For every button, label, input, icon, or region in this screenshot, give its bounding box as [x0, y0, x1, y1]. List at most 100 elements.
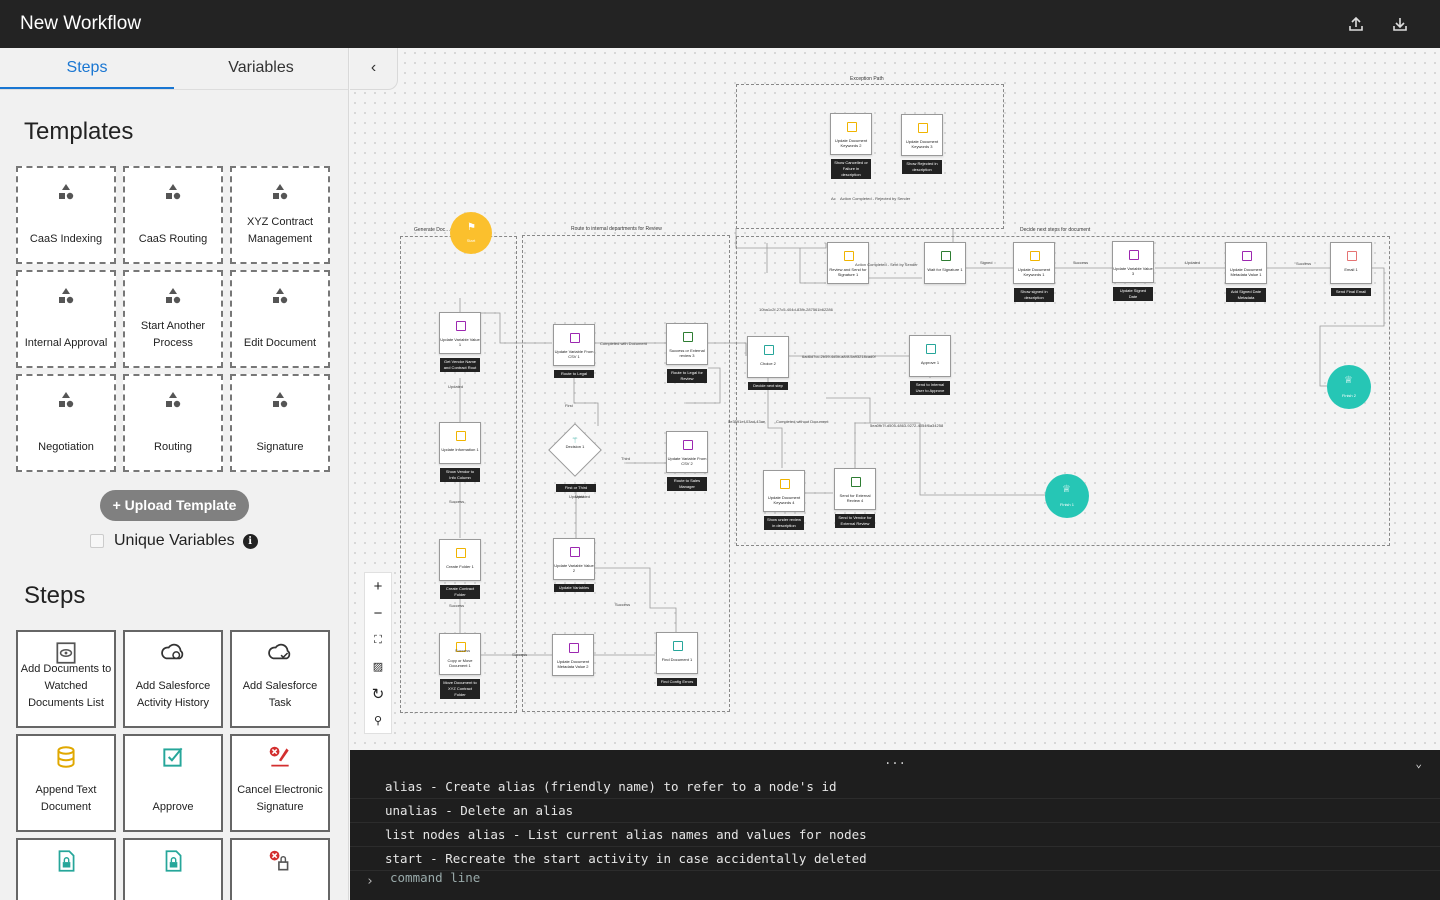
templates-grid: CaaS Indexing CaaS Routing XYZ Contract Ma…	[16, 166, 330, 472]
edge-label: Success	[455, 648, 471, 653]
start-node[interactable]: ⚑ Start	[450, 212, 492, 254]
node-icon	[926, 344, 936, 354]
step-tile[interactable]: Check In	[16, 838, 116, 900]
cloud-task-icon	[267, 640, 293, 672]
node-title: Update Document Keywords 4	[767, 495, 801, 505]
fit-view-icon[interactable]: ⛶	[365, 627, 391, 654]
step-label: Approve	[152, 801, 194, 813]
workflow-node[interactable]: Create Folder 1	[439, 539, 481, 581]
template-tile[interactable]: Start Another Process	[123, 270, 223, 368]
steps-grid: Add Documents to Watched Documents List A…	[16, 630, 330, 900]
step-tile[interactable]: Cancel Electronic Signature	[230, 734, 330, 832]
node-title: Update Variable From CSV 1	[554, 349, 594, 359]
workflow-node[interactable]: Email 1	[1330, 242, 1372, 284]
location-pin-icon[interactable]: ⚲	[365, 708, 391, 735]
step-tile[interactable]: Approve	[123, 734, 223, 832]
step-label: Add Salesforce Task	[242, 680, 318, 709]
node-title: Success or External review 3	[669, 348, 705, 358]
workflow-node[interactable]: Update Document Metadata Value 1	[1225, 242, 1267, 284]
lock-doc-icon	[160, 848, 186, 880]
template-label: CaaS Indexing	[29, 233, 103, 245]
edge-label: Ac	[831, 196, 836, 201]
template-tile[interactable]: XYZ Contract Management	[230, 166, 330, 264]
shapes-icon	[56, 390, 76, 416]
step-tile[interactable]: Append Text Document	[16, 734, 116, 832]
download-icon[interactable]	[1390, 14, 1410, 34]
template-label: Internal Approval	[24, 337, 108, 349]
finish-node-1[interactable]: ♕ Finish 1	[1045, 474, 1089, 518]
edge-label: 5ea0fb7f-d505-4863-9272-4054f6a34258	[870, 423, 944, 428]
upload-template-button[interactable]: + Upload Template	[100, 490, 249, 521]
workflow-node[interactable]: Update Variable From CSV 1	[553, 324, 595, 366]
tab-variables[interactable]: Variables	[174, 48, 348, 89]
template-tile[interactable]: CaaS Indexing	[16, 166, 116, 264]
workflow-canvas[interactable]: ‹ Exception Path Generate Doc…der Route …	[350, 48, 1440, 750]
edge-label: 6ad6d7cc-2b59-4d5b-a84f-5a93218cad0f	[802, 354, 876, 359]
workflow-node[interactable]: Update Document Keywords 4	[763, 470, 805, 512]
command-line-input[interactable]	[390, 870, 790, 885]
template-tile[interactable]: Negotiation	[16, 374, 116, 472]
tab-steps[interactable]: Steps	[0, 48, 174, 89]
node-description: Move Document to XYZ Contract Folder	[440, 679, 480, 699]
step-tile[interactable]: Add Salesforce Task	[230, 630, 330, 728]
workflow-node[interactable]: Find Document 1	[656, 632, 698, 674]
workflow-node[interactable]: Update Variable Value 1	[439, 312, 481, 354]
step-label: Add Salesforce Activity History	[135, 680, 211, 709]
node-title: Email 1	[1344, 267, 1358, 272]
template-tile[interactable]: Routing	[123, 374, 223, 472]
workflow-node[interactable]: Send for External Review 4	[834, 468, 876, 510]
workflow-node[interactable]: Wait for Signature 1	[924, 242, 966, 284]
node-title: Update Variable Value 2	[554, 563, 594, 573]
template-tile[interactable]: Edit Document	[230, 270, 330, 368]
zoom-in-icon[interactable]: +	[365, 573, 391, 600]
node-description: Show Cancelled or Failure in description	[831, 159, 871, 179]
step-tile[interactable]: Add Documents to Watched Documents List	[16, 630, 116, 728]
workflow-node[interactable]: Update Document Keywords 2	[830, 113, 872, 155]
workflow-node[interactable]: Update Document Metadata Value 2	[552, 634, 594, 676]
upload-icon[interactable]	[1346, 14, 1366, 34]
chevron-down-icon[interactable]: ⌄	[1415, 754, 1422, 774]
node-title: Update Document Keywords 3	[905, 139, 939, 149]
node-icon	[683, 440, 693, 450]
steps-title: Steps	[24, 582, 86, 609]
edge-label: Success	[449, 603, 465, 608]
group-label: Exception Path	[850, 76, 884, 82]
info-icon[interactable]: i	[242, 533, 258, 549]
template-tile[interactable]: Internal Approval	[16, 270, 116, 368]
lock-doc-icon	[53, 848, 79, 880]
workflow-node[interactable]: Choice 2	[747, 336, 789, 378]
unique-variables-checkbox[interactable]	[90, 534, 104, 548]
workflow-node[interactable]: Copy or Move Document 1	[439, 633, 481, 675]
group-exception-path[interactable]	[736, 84, 1004, 229]
step-tile[interactable]: Check Out	[230, 838, 330, 900]
edge-label: Signed	[980, 260, 993, 265]
eye-doc-icon	[53, 640, 79, 672]
template-label: Negotiation	[38, 441, 94, 453]
workflow-node[interactable]: Update Variable Value 3	[1112, 241, 1154, 283]
check-square-icon	[160, 744, 186, 776]
step-tile[interactable]: Add Salesforce Activity History	[123, 630, 223, 728]
template-label: Edit Document	[243, 337, 317, 349]
workflow-node[interactable]: Update Document Keywords 3	[901, 114, 943, 156]
step-tile[interactable]: Check Out	[123, 838, 223, 900]
trophy-icon: ♕	[1344, 375, 1353, 386]
workflow-node[interactable]: Success or External review 3	[666, 323, 708, 365]
lock-icon[interactable]: ▨	[365, 654, 391, 681]
workflow-node[interactable]: Update Variable Value 2	[553, 538, 595, 580]
workflow-node[interactable]: Update Document Keywords 1	[1013, 242, 1055, 284]
edge-label: Success	[449, 499, 465, 504]
zoom-out-icon[interactable]: −	[365, 600, 391, 627]
node-title: Create Folder 1	[446, 564, 474, 569]
template-tile[interactable]: Signature	[230, 374, 330, 472]
step-label: Cancel Electronic Signature	[237, 784, 323, 813]
template-tile[interactable]: CaaS Routing	[123, 166, 223, 264]
workflow-node[interactable]: Update Variable From CSV 2	[666, 431, 708, 473]
node-icon	[673, 641, 683, 651]
node-description: Show under review in description	[764, 516, 804, 530]
reset-icon[interactable]: ↻	[365, 681, 391, 708]
node-description: Send to Vendor for External Review	[835, 514, 875, 528]
workflow-node[interactable]: Approve 1	[909, 335, 951, 377]
console-resize-handle[interactable]: ... ⌄	[350, 750, 1440, 775]
finish-node-2[interactable]: ♕ Finish 2	[1327, 365, 1371, 409]
workflow-node[interactable]: Update Information 1	[439, 422, 481, 464]
